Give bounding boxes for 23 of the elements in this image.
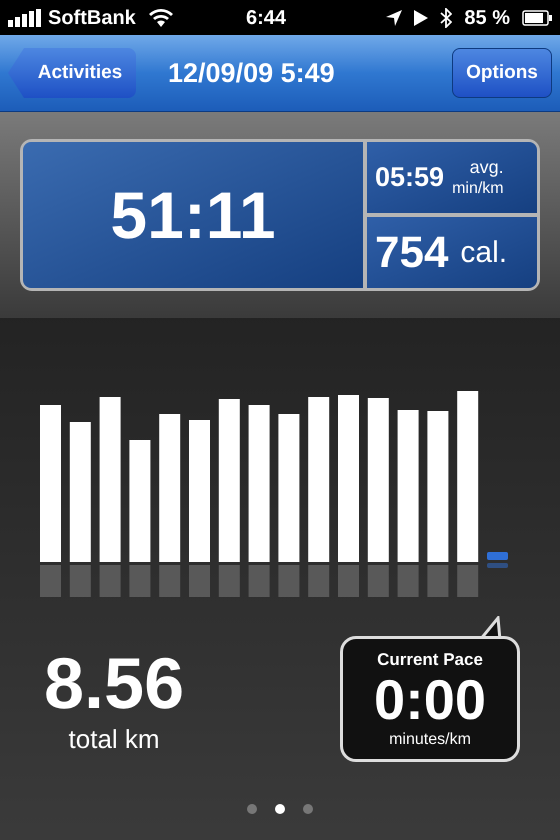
wifi-icon [148, 8, 174, 28]
current-pace-title: Current Pace [377, 650, 483, 668]
battery-percent: 85 % [464, 6, 510, 30]
carrier-name: SoftBank [48, 6, 136, 30]
bluetooth-icon [440, 8, 452, 28]
current-pace-unit: minutes/km [389, 732, 471, 748]
back-button[interactable]: Activities [8, 48, 136, 98]
distance-value: 8.56 [44, 648, 184, 720]
play-icon [414, 10, 428, 26]
calories-value: 754 [375, 226, 448, 278]
options-button[interactable]: Options [452, 48, 552, 98]
duration-value: 51:11 [110, 176, 276, 254]
current-pace-value: 0:00 [374, 672, 486, 728]
distance-label: total km [68, 723, 160, 756]
pace-unit-bottom: min/km [452, 178, 504, 199]
location-arrow-icon [386, 10, 402, 26]
nav-title: 12/09/09 5:49 [168, 56, 335, 90]
battery-icon [522, 10, 552, 26]
calories-unit: cal. [460, 235, 508, 271]
pace-value: 05:59 [375, 161, 444, 194]
pace-unit-top: avg. [470, 156, 504, 179]
signal-icon [8, 8, 44, 26]
clock-time: 6:44 [246, 6, 286, 30]
